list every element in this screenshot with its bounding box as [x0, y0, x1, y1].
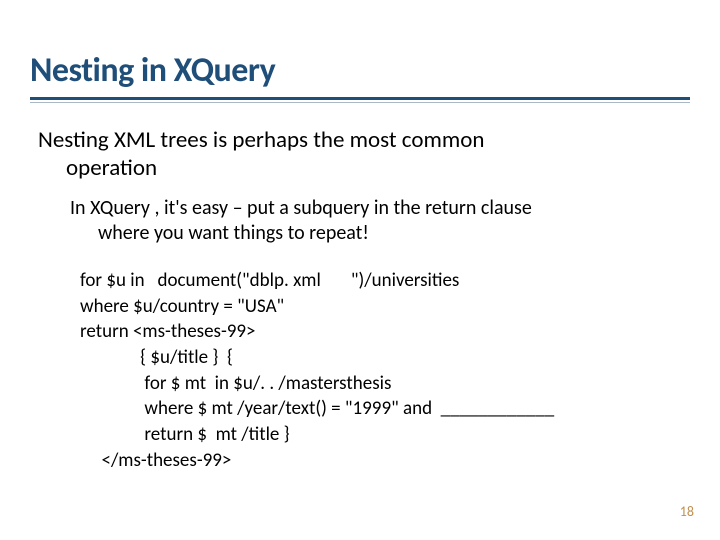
- rule-light: [30, 102, 690, 103]
- body-line-1: Nesting XML trees is perhaps the most co…: [38, 126, 484, 154]
- page-number: 18: [680, 503, 694, 520]
- code-line-5: for $ mt in $u/. . /mastersthesis: [80, 371, 690, 397]
- code-block: for $u in document("dblp. xml ")/univers…: [80, 268, 690, 473]
- slide-title: Nesting in XQuery: [30, 50, 690, 91]
- body-paragraph: Nesting XML trees is perhaps the most co…: [38, 127, 690, 182]
- title-rule: [30, 97, 690, 103]
- code-line-8: </ms-theses-99>: [80, 448, 690, 474]
- code-line-1: for $u in document("dblp. xml ")/univers…: [80, 268, 690, 294]
- sub-line-2: where you want things to repeat!: [70, 221, 690, 246]
- code-line-3: return <ms-theses-99>: [80, 319, 690, 345]
- sub-line-1: In XQuery , it's easy – put a subquery i…: [70, 196, 532, 220]
- sub-paragraph: In XQuery , it's easy – put a subquery i…: [70, 196, 690, 246]
- code-line-2: where $u/country = "USA": [80, 294, 690, 320]
- code-line-6: where $ mt /year/text() = "1999" and ___…: [80, 396, 690, 422]
- slide: Nesting in XQuery Nesting XML trees is p…: [0, 0, 720, 540]
- code-line-4: { $u/title } {: [80, 345, 690, 371]
- body-line-2: operation: [38, 155, 690, 183]
- rule-dark: [30, 97, 690, 100]
- code-line-7: return $ mt /title }: [80, 422, 690, 448]
